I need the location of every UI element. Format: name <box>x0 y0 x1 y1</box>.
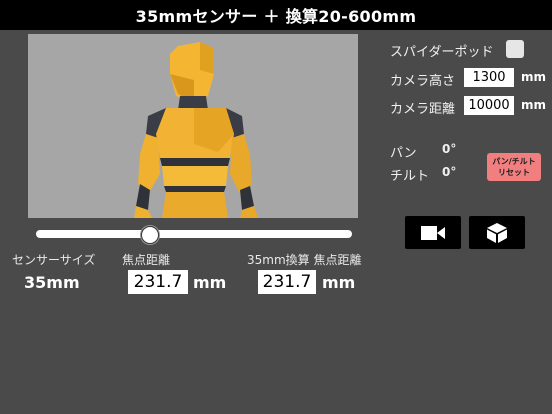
sensor-size-label: センサーサイズ <box>12 253 96 267</box>
reset-line1: パン/チルト <box>492 157 536 166</box>
focal-length-field[interactable]: 231.7 <box>128 270 188 294</box>
camera-preview[interactable] <box>28 34 358 218</box>
tilt-label: チルト <box>390 169 430 184</box>
pan-label: パン <box>390 146 417 161</box>
focal-35mm-field[interactable]: 231.7 <box>258 270 316 294</box>
camera-distance-unit: mm <box>521 98 547 112</box>
reset-line2: リセット <box>498 168 530 177</box>
pan-tilt-reset-button[interactable]: パン/チルト リセット <box>487 153 541 181</box>
page-title: 35mmセンサー ＋ 換算20-600mm <box>135 7 417 26</box>
focal-length-unit: mm <box>193 273 227 292</box>
video-camera-icon <box>421 225 445 240</box>
tripod-label: スパイダーポッド <box>390 45 494 60</box>
focal-35mm-unit: mm <box>322 273 356 292</box>
focal-length-slider[interactable] <box>36 230 352 238</box>
camera-view-button[interactable] <box>405 216 461 249</box>
title-bar: 35mmセンサー ＋ 換算20-600mm <box>0 0 552 30</box>
tripod-checkbox[interactable] <box>506 40 524 58</box>
camera-distance-label: カメラ距離 <box>390 102 456 117</box>
sensor-size-value: 35mm <box>24 273 80 292</box>
slider-thumb[interactable] <box>140 226 159 244</box>
3d-view-button[interactable] <box>469 216 525 249</box>
pan-value: 0° <box>442 142 457 156</box>
focal-length-label: 焦点距離 <box>122 253 171 267</box>
camera-distance-field[interactable]: 10000 <box>464 96 514 115</box>
camera-height-label: カメラ高さ <box>390 74 456 89</box>
mannequin-figure <box>134 42 258 218</box>
focal-35mm-label: 35mm換算 焦点距離 <box>247 253 362 267</box>
camera-height-field[interactable]: 1300 <box>464 68 514 87</box>
tilt-value: 0° <box>442 165 457 179</box>
cube-icon <box>487 222 507 243</box>
camera-height-unit: mm <box>521 70 547 84</box>
